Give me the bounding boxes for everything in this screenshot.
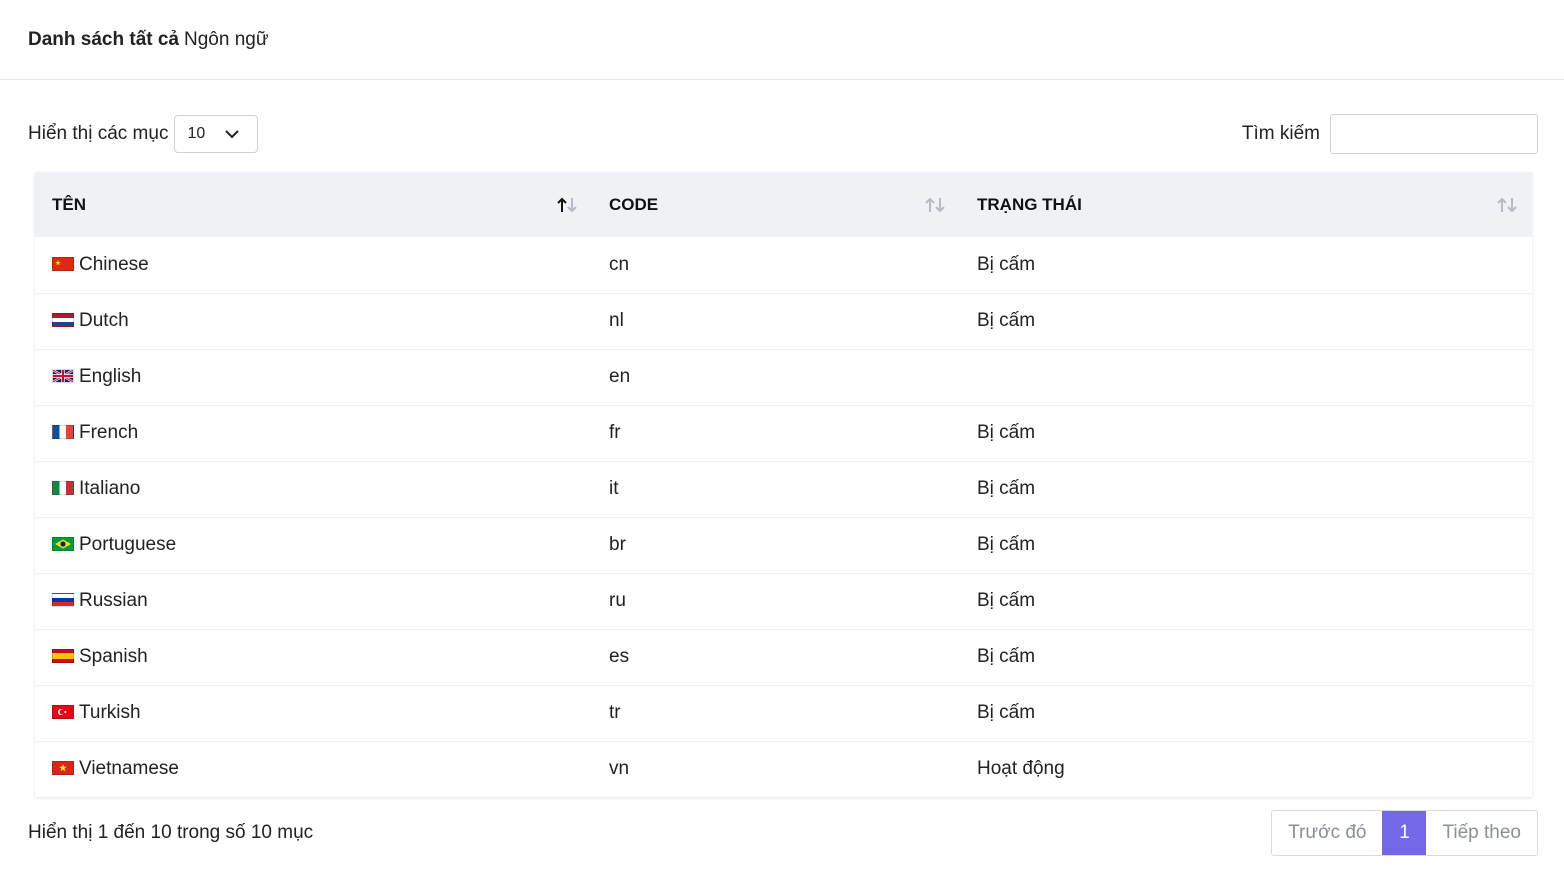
sort-icon <box>924 197 946 213</box>
sort-asc-icon <box>556 197 578 213</box>
column-header-status-label: TRẠNG THÁI <box>977 194 1082 214</box>
language-name: French <box>79 422 139 443</box>
languages-table-container: TÊN CODE TRẠNG THÁI Chinese cn Bị cấm Du… <box>35 172 1532 797</box>
page-header: Danh sách tất cả Ngôn ngữ <box>0 0 1564 80</box>
table-info: Hiển thị 1 đến 10 trong số 10 mục <box>28 822 314 843</box>
language-name: English <box>79 366 142 387</box>
cell-name: Vietnamese <box>35 741 592 797</box>
cell-code: vn <box>609 758 630 780</box>
cell-status: Bị cấm <box>977 702 1036 723</box>
search-label: Tìm kiếm <box>1241 123 1320 144</box>
search-control: Tìm kiếm <box>1242 114 1538 154</box>
flag-fr-icon <box>52 425 74 439</box>
flag-nl-icon <box>52 313 74 327</box>
language-name: Chinese <box>79 253 149 275</box>
flag-ru-icon <box>52 593 74 607</box>
cell-name: English <box>35 349 592 405</box>
table-header-row: TÊN CODE TRẠNG THÁI <box>35 172 1532 237</box>
table-row: Russian ru Bị cấm <box>35 573 1532 629</box>
length-control: Hiển thị các mục 10 <box>28 115 259 153</box>
length-label: Hiển thị các mục <box>28 123 169 144</box>
language-name: Turkish <box>79 702 141 723</box>
cell-code: en <box>609 366 631 387</box>
languages-table: TÊN CODE TRẠNG THÁI Chinese cn Bị cấm Du… <box>35 172 1532 797</box>
search-input[interactable] <box>1330 114 1538 154</box>
chevron-down-icon <box>225 129 240 138</box>
language-name: Vietnamese <box>79 758 179 780</box>
cell-code: ru <box>609 590 626 611</box>
pagination: Trước đó 1 Tiếp theo <box>1271 810 1538 856</box>
page-title-bold: Danh sách tất cả <box>28 28 179 50</box>
table-row: French fr Bị cấm <box>35 405 1532 461</box>
cell-status: Bị cấm <box>977 646 1036 667</box>
cell-name: Russian <box>35 573 592 629</box>
cell-status <box>960 349 1532 405</box>
table-row: Turkish tr Bị cấm <box>35 685 1532 741</box>
cell-name: Spanish <box>35 629 592 685</box>
next-page-button[interactable]: Tiếp theo <box>1426 811 1537 855</box>
cell-name: Turkish <box>35 685 592 741</box>
cell-name: Italiano <box>35 461 592 517</box>
column-header-name-label: TÊN <box>52 194 86 214</box>
page-1-button[interactable]: 1 <box>1382 811 1427 855</box>
column-header-name[interactable]: TÊN <box>35 172 592 237</box>
cell-status: Bị cấm <box>977 253 1036 275</box>
flag-gb-icon <box>52 369 74 383</box>
length-select[interactable]: 10 <box>174 115 259 153</box>
cell-code: es <box>609 646 630 667</box>
flag-es-icon <box>52 649 74 663</box>
cell-name: Dutch <box>35 293 592 349</box>
language-name: Spanish <box>79 646 148 667</box>
language-name: Italiano <box>79 478 141 499</box>
cell-code: br <box>609 534 626 555</box>
flag-tr-icon <box>52 705 74 719</box>
cell-code: it <box>609 478 619 499</box>
page-title-rest: Ngôn ngữ <box>184 28 269 50</box>
language-name: Portuguese <box>79 534 177 555</box>
cell-code: cn <box>609 253 630 275</box>
cell-name: Chinese <box>35 237 592 293</box>
cell-name: French <box>35 405 592 461</box>
cell-status: Bị cấm <box>977 422 1036 443</box>
cell-status: Bị cấm <box>977 310 1036 331</box>
flag-br-icon <box>52 537 74 551</box>
table-row: Vietnamese vn Hoạt động <box>35 741 1532 797</box>
language-name: Dutch <box>79 310 129 331</box>
language-name: Russian <box>79 590 148 611</box>
cell-code: nl <box>609 310 624 331</box>
table-controls: Hiển thị các mục 10 Tìm kiếm <box>28 114 1538 154</box>
cell-status: Bị cấm <box>977 478 1036 499</box>
cell-name: Portuguese <box>35 517 592 573</box>
flag-it-icon <box>52 481 74 495</box>
table-row: Portuguese br Bị cấm <box>35 517 1532 573</box>
flag-vn-icon <box>52 761 74 776</box>
table-row: English en <box>35 349 1532 405</box>
column-header-code-label: CODE <box>609 194 659 214</box>
cell-status: Bị cấm <box>977 534 1036 555</box>
table-footer: Hiển thị 1 đến 10 trong số 10 mục Trước … <box>28 810 1538 856</box>
column-header-status[interactable]: TRẠNG THÁI <box>960 172 1532 237</box>
cell-status: Bị cấm <box>977 590 1036 611</box>
column-header-code[interactable]: CODE <box>592 172 960 237</box>
previous-page-button[interactable]: Trước đó <box>1272 811 1382 855</box>
cell-status: Hoạt động <box>977 758 1065 780</box>
table-row: Dutch nl Bị cấm <box>35 293 1532 349</box>
cell-code: tr <box>609 702 621 723</box>
table-row: Italiano it Bị cấm <box>35 461 1532 517</box>
table-body: Chinese cn Bị cấm Dutch nl Bị cấm English en Fre… <box>35 237 1532 797</box>
table-row: Chinese cn Bị cấm <box>35 237 1532 293</box>
flag-cn-icon <box>52 256 74 271</box>
sort-icon <box>1496 197 1518 213</box>
cell-code: fr <box>609 422 621 443</box>
table-row: Spanish es Bị cấm <box>35 629 1532 685</box>
length-select-value: 10 <box>187 125 206 142</box>
